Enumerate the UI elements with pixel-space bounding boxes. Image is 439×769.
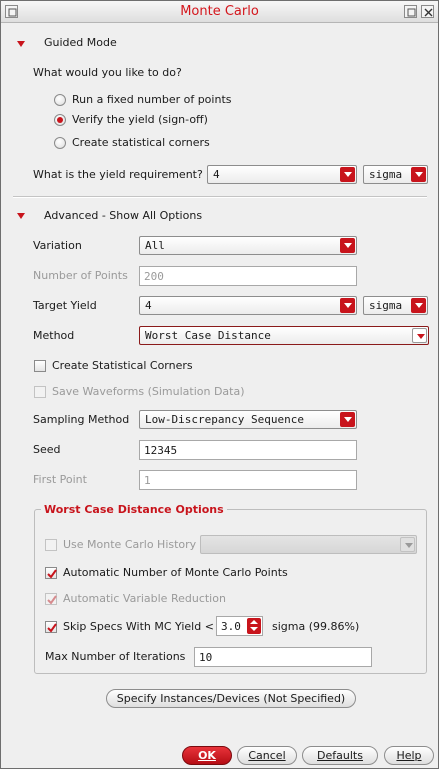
mc-history-combo[interactable] — [200, 535, 417, 554]
radio-fixed-points[interactable] — [54, 94, 66, 106]
method-combo[interactable]: Worst Case Distance — [139, 326, 429, 345]
yield-requirement-value: 4 — [213, 168, 220, 181]
guided-mode-collapse-icon[interactable] — [17, 41, 25, 47]
max-iterations-label: Max Number of Iterations — [45, 650, 186, 663]
number-of-points-label: Number of Points — [33, 269, 128, 282]
max-iterations-value: 10 — [199, 651, 213, 664]
first-point-field[interactable]: 1 — [139, 470, 357, 490]
radio-verify-yield[interactable] — [54, 114, 66, 126]
auto-mc-points-checkbox[interactable] — [45, 567, 57, 579]
yield-unit-combo[interactable]: sigma — [363, 165, 428, 184]
chevron-down-icon[interactable] — [340, 238, 355, 253]
window-title: Monte Carlo — [180, 4, 259, 19]
create-corners-label[interactable]: Create Statistical Corners — [52, 359, 193, 372]
skip-specs-value: 3.0 — [221, 620, 241, 633]
seed-field[interactable]: 12345 — [139, 440, 357, 460]
mc-history-label: Use Monte Carlo History — [63, 538, 197, 551]
yield-requirement-combo[interactable]: 4 — [207, 165, 357, 184]
help-button[interactable]: Help — [384, 746, 434, 765]
yield-requirement-label: What is the yield requirement? — [33, 168, 203, 181]
checkmark-icon — [47, 569, 57, 579]
radio-verify-yield-label[interactable]: Verify the yield (sign-off) — [72, 113, 208, 126]
advanced-collapse-icon[interactable] — [17, 213, 25, 219]
radio-statistical-corners-label[interactable]: Create statistical corners — [72, 136, 210, 149]
variation-combo[interactable]: All — [139, 236, 357, 255]
target-yield-unit-value: sigma — [369, 299, 403, 312]
first-point-label: First Point — [33, 473, 87, 486]
spinner-arrows-icon[interactable] — [247, 618, 261, 634]
checkmark-icon — [47, 623, 57, 633]
chevron-down-icon[interactable] — [340, 412, 355, 427]
skip-specs-label[interactable]: Skip Specs With MC Yield < — [63, 620, 214, 633]
guided-mode-header[interactable]: Guided Mode — [44, 36, 117, 49]
sampling-method-label: Sampling Method — [33, 413, 130, 426]
cancel-button[interactable]: Cancel — [237, 746, 297, 765]
variation-label: Variation — [33, 239, 82, 252]
target-yield-combo[interactable]: 4 — [139, 296, 357, 315]
mc-history-checkbox[interactable] — [45, 539, 57, 551]
seed-label: Seed — [33, 443, 61, 456]
sampling-method-combo[interactable]: Low-Discrepancy Sequence — [139, 410, 357, 429]
defaults-button-label: Defaults — [317, 749, 363, 762]
target-yield-unit-combo[interactable]: sigma — [363, 296, 428, 315]
monte-carlo-dialog: Monte Carlo Guided Mode What would you l… — [0, 0, 439, 769]
skip-specs-spinner[interactable]: 3.0 — [216, 616, 263, 636]
create-corners-checkbox[interactable] — [34, 360, 46, 372]
checkmark-icon — [47, 595, 57, 605]
close-icon[interactable] — [421, 5, 434, 18]
target-yield-value: 4 — [145, 299, 152, 312]
auto-variable-reduction-checkbox[interactable] — [45, 593, 57, 605]
specify-instances-button[interactable]: Specify Instances/Devices (Not Specified… — [106, 689, 356, 708]
target-yield-label: Target Yield — [33, 299, 97, 312]
variation-value: All — [145, 239, 165, 252]
chevron-down-icon[interactable] — [411, 298, 426, 313]
chevron-down-icon[interactable] — [340, 167, 355, 182]
number-of-points-value: 200 — [144, 270, 164, 283]
first-point-value: 1 — [144, 474, 151, 487]
yield-unit-value: sigma — [369, 168, 403, 181]
help-button-label: Help — [396, 749, 422, 762]
method-label: Method — [33, 329, 75, 342]
number-of-points-field[interactable]: 200 — [139, 266, 357, 286]
save-waveforms-checkbox[interactable] — [34, 386, 46, 398]
defaults-button[interactable]: Defaults — [302, 746, 378, 765]
cancel-button-label: Cancel — [248, 749, 286, 762]
max-iterations-field[interactable]: 10 — [194, 647, 372, 667]
chevron-down-icon[interactable] — [411, 167, 426, 182]
save-waveforms-label: Save Waveforms (Simulation Data) — [52, 385, 245, 398]
ok-button-label: OK — [198, 749, 216, 762]
radio-fixed-points-label[interactable]: Run a fixed number of points — [72, 93, 231, 106]
ok-button[interactable]: OK — [182, 746, 232, 765]
maximize-icon[interactable] — [404, 5, 417, 18]
radio-statistical-corners[interactable] — [54, 137, 66, 149]
auto-mc-points-label[interactable]: Automatic Number of Monte Carlo Points — [63, 566, 288, 579]
title-bar[interactable]: Monte Carlo — [1, 1, 438, 23]
chevron-down-icon[interactable] — [412, 328, 427, 343]
method-value: Worst Case Distance — [145, 329, 271, 342]
seed-value: 12345 — [144, 444, 178, 457]
chevron-down-icon[interactable] — [340, 298, 355, 313]
guided-question-label: What would you like to do? — [33, 66, 182, 79]
skip-specs-suffix: sigma (99.86%) — [272, 620, 360, 633]
skip-specs-checkbox[interactable] — [45, 621, 57, 633]
sampling-method-value: Low-Discrepancy Sequence — [145, 413, 304, 426]
section-divider — [13, 196, 427, 198]
advanced-header[interactable]: Advanced - Show All Options — [44, 209, 202, 222]
wcd-options-title: Worst Case Distance Options — [41, 503, 227, 516]
chevron-down-icon[interactable] — [400, 537, 415, 552]
auto-variable-reduction-label: Automatic Variable Reduction — [63, 592, 226, 605]
